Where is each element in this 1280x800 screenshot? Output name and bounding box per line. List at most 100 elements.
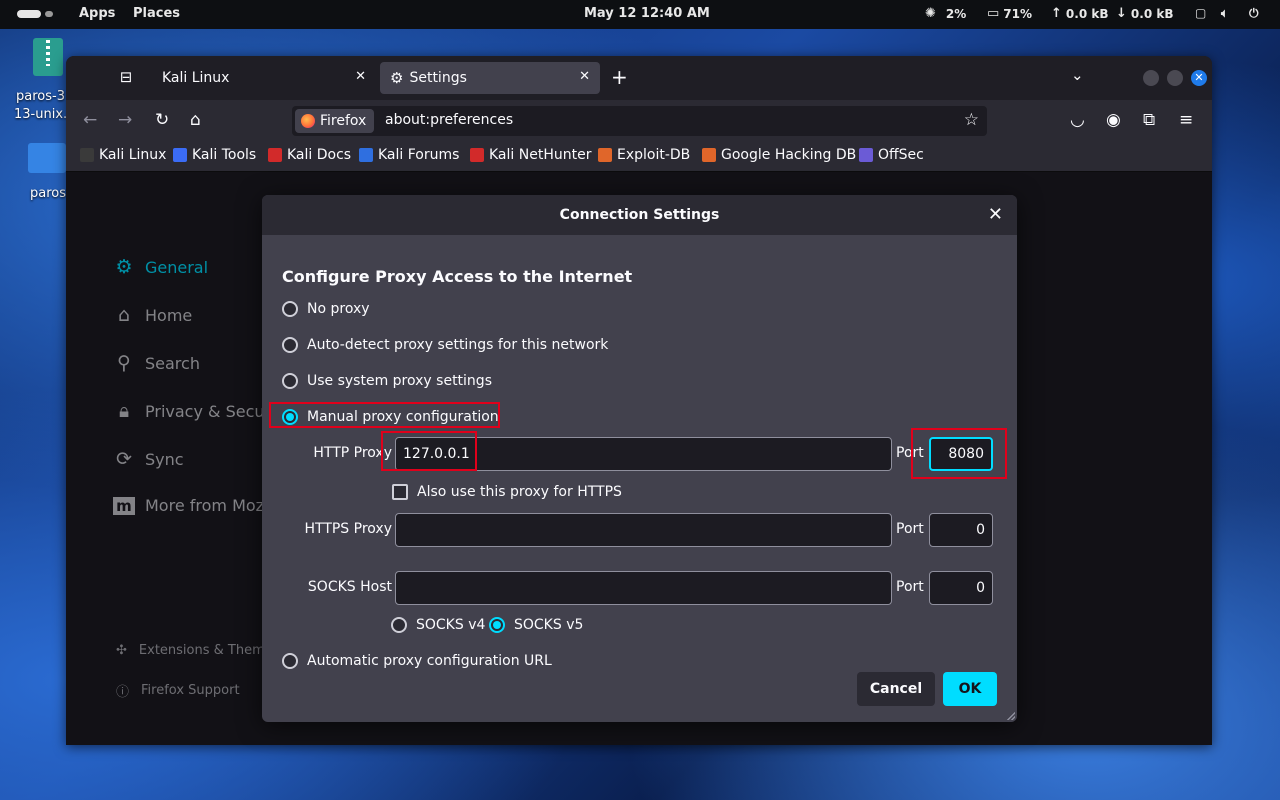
folder-icon[interactable]	[28, 143, 66, 173]
http-proxy-label: HTTP Proxy	[313, 445, 392, 461]
firefox-logo-icon	[301, 114, 315, 128]
radio-button[interactable]	[282, 337, 298, 353]
bookmark-kali-forums[interactable]: Kali Forums	[359, 147, 459, 163]
kali-dragon-icon	[80, 148, 94, 162]
dialog-heading: Configure Proxy Access to the Internet	[282, 267, 633, 286]
radio-socks-v4[interactable]: SOCKS v4	[391, 617, 485, 633]
kali-nethunter-icon	[470, 148, 484, 162]
cancel-button[interactable]: Cancel	[857, 672, 935, 706]
kali-docs-icon	[268, 148, 282, 162]
ok-button[interactable]: OK	[943, 672, 997, 706]
workspace-indicator[interactable]	[17, 10, 53, 18]
download-indicator[interactable]: ↓ 0.0 kB	[1116, 6, 1173, 21]
memory-icon: ▭	[987, 6, 1000, 21]
url-text[interactable]: about:preferences	[385, 112, 513, 128]
radio-button-selected[interactable]	[282, 409, 298, 425]
memory-indicator[interactable]: ▭ 71%	[987, 6, 1032, 21]
identity-box[interactable]: Firefox	[295, 109, 375, 133]
arrow-down-icon: ↓	[1116, 6, 1127, 21]
bookmark-offsec[interactable]: OffSec	[859, 147, 924, 163]
power-icon[interactable]: ⏻	[1249, 6, 1259, 21]
socks-host-label: SOCKS Host	[307, 579, 392, 595]
archive-file-label-line2: 13-unix.	[14, 107, 68, 122]
archive-file-label-line1: paros-3	[16, 89, 65, 104]
home-icon[interactable]: ⌂	[190, 110, 201, 130]
tab-strip: ⊟ Kali Linux ✕ ⚙ Settings ✕ + ⌄ ✕	[66, 56, 1212, 100]
radio-socks-v5[interactable]: SOCKS v5	[489, 617, 583, 633]
http-port-input[interactable]	[929, 437, 993, 471]
tab-label: Settings	[409, 70, 467, 86]
socks-port-input[interactable]	[929, 571, 993, 605]
https-proxy-input[interactable]	[395, 513, 892, 547]
checkbox[interactable]	[392, 484, 408, 500]
resize-grip-icon[interactable]	[1007, 712, 1015, 720]
socks-host-input[interactable]	[395, 571, 892, 605]
extensions-icon[interactable]: ⧉	[1143, 110, 1155, 130]
reload-icon[interactable]: ↻	[155, 110, 169, 130]
clock[interactable]: May 12 12:40 AM	[584, 6, 710, 21]
connection-settings-dialog: Connection Settings ✕ Configure Proxy Ac…	[262, 195, 1017, 722]
apps-menu[interactable]: Apps	[79, 6, 115, 21]
url-bar[interactable]: Firefox about:preferences ☆	[292, 106, 987, 136]
close-icon[interactable]: ✕	[988, 204, 1003, 225]
bookmark-google-hacking-db[interactable]: Google Hacking DB	[702, 147, 856, 163]
https-port-input[interactable]	[929, 513, 993, 547]
archive-file-icon[interactable]	[33, 38, 63, 76]
chevron-down-icon[interactable]: ⌄	[1071, 66, 1084, 84]
cpu-icon: ✺	[925, 6, 936, 21]
volume-icon[interactable]: 🔈︎	[1221, 6, 1228, 21]
dialog-title: Connection Settings	[262, 195, 1017, 235]
close-tab-icon[interactable]: ✕	[355, 69, 366, 84]
minimize-button[interactable]	[1143, 70, 1159, 86]
pocket-icon[interactable]: ◡	[1070, 110, 1085, 130]
radio-manual-proxy[interactable]: Manual proxy configuration	[282, 409, 499, 425]
tab-list-icon[interactable]: ⊟	[116, 68, 136, 88]
top-panel: Apps Places May 12 12:40 AM ✺ 2% ▭ 71% ↑…	[0, 0, 1280, 29]
exploit-db-icon	[598, 148, 612, 162]
window-icon[interactable]: ▢	[1195, 6, 1206, 20]
navigation-toolbar: ← → ↻ ⌂ Firefox about:preferences ☆ ◡ ◉ …	[66, 100, 1212, 142]
bookmark-kali-docs[interactable]: Kali Docs	[268, 147, 351, 163]
bookmark-kali-nethunter[interactable]: Kali NetHunter	[470, 147, 591, 163]
radio-button[interactable]	[282, 373, 298, 389]
radio-button-selected[interactable]	[489, 617, 505, 633]
http-proxy-input[interactable]	[395, 437, 892, 471]
radio-button[interactable]	[391, 617, 407, 633]
tab-settings[interactable]: ⚙ Settings ✕	[380, 62, 600, 94]
places-menu[interactable]: Places	[133, 6, 180, 21]
https-proxy-label: HTTPS Proxy	[304, 521, 392, 537]
kali-forums-icon	[359, 148, 373, 162]
tab-label: Kali Linux	[162, 70, 230, 86]
bookmarks-toolbar: Kali Linux Kali Tools Kali Docs Kali For…	[66, 142, 1212, 172]
bookmark-exploit-db[interactable]: Exploit-DB	[598, 147, 690, 163]
hamburger-menu-icon[interactable]: ≡	[1179, 110, 1193, 130]
cpu-indicator[interactable]: ✺ 2%	[925, 6, 966, 21]
bookmark-kali-tools[interactable]: Kali Tools	[173, 147, 256, 163]
upload-indicator[interactable]: ↑ 0.0 kB	[1051, 6, 1108, 21]
new-tab-button[interactable]: +	[611, 65, 628, 89]
gear-icon: ⚙	[390, 69, 404, 87]
folder-label: paros	[30, 186, 67, 201]
arrow-up-icon: ↑	[1051, 6, 1062, 21]
close-tab-icon[interactable]: ✕	[579, 69, 590, 84]
radio-button[interactable]	[282, 653, 298, 669]
offsec-icon	[859, 148, 873, 162]
star-icon[interactable]: ☆	[964, 110, 979, 130]
kali-tools-icon	[173, 148, 187, 162]
ghdb-icon	[702, 148, 716, 162]
radio-system-proxy[interactable]: Use system proxy settings	[282, 373, 492, 389]
radio-button[interactable]	[282, 301, 298, 317]
radio-auto-detect[interactable]: Auto-detect proxy settings for this netw…	[282, 337, 608, 353]
tab-kali-linux[interactable]: Kali Linux ✕	[152, 62, 376, 94]
http-port-label: Port	[896, 445, 924, 461]
radio-no-proxy[interactable]: No proxy	[282, 301, 370, 317]
https-port-label: Port	[896, 521, 924, 537]
radio-auto-proxy-url[interactable]: Automatic proxy configuration URL	[282, 653, 552, 669]
forward-arrow-icon[interactable]: →	[118, 110, 132, 130]
checkbox-also-https[interactable]: Also use this proxy for HTTPS	[392, 484, 622, 500]
account-icon[interactable]: ◉	[1106, 110, 1121, 130]
close-window-button[interactable]: ✕	[1191, 70, 1207, 86]
bookmark-kali-linux[interactable]: Kali Linux	[80, 147, 166, 163]
back-arrow-icon[interactable]: ←	[83, 110, 97, 130]
maximize-button[interactable]	[1167, 70, 1183, 86]
